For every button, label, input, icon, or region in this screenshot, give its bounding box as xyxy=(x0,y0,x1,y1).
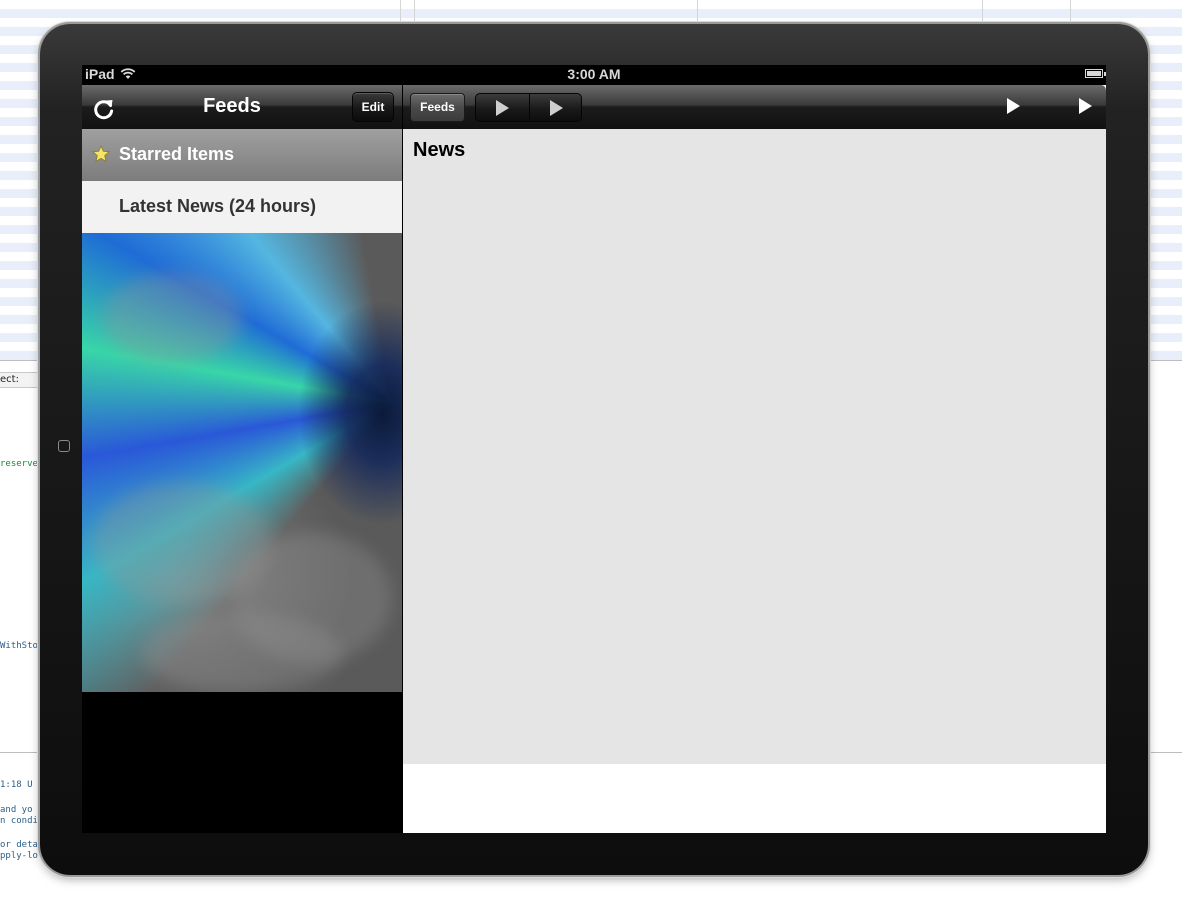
background-code-line: WithSto xyxy=(0,641,38,651)
background-code-line: reserve xyxy=(0,459,38,469)
feeds-button[interactable]: Feeds xyxy=(410,93,465,122)
play-icon xyxy=(550,100,563,116)
status-bar: iPad 3:00 AM xyxy=(82,65,1106,85)
list-item-label: Latest News (24 hours) xyxy=(119,196,317,216)
play-icon xyxy=(1007,98,1020,114)
list-item-label: Starred Items xyxy=(119,144,235,164)
play-icon xyxy=(1079,98,1092,114)
ipad-screen: iPad 3:00 AM Feeds Edit Starred Items La… xyxy=(82,65,1106,833)
background-code-line: pply-lo xyxy=(0,851,38,861)
content-title: News xyxy=(413,139,466,161)
edit-button[interactable]: Edit xyxy=(352,92,394,122)
feeds-panel: Feeds Edit Starred Items Latest News (24… xyxy=(82,85,402,833)
background-code-line: n condi xyxy=(0,816,38,826)
status-time: 3:00 AM xyxy=(567,66,621,82)
background-artwork xyxy=(82,233,402,692)
background-popup[interactable]: ect: xyxy=(0,372,39,388)
detail-toolbar: Feeds xyxy=(403,85,1106,130)
page-title: Feeds xyxy=(203,95,261,117)
list-item-starred[interactable]: Starred Items xyxy=(82,129,402,181)
feeds-navigation-bar: Feeds Edit xyxy=(82,85,402,130)
background-code-line: or deta xyxy=(0,840,38,850)
news-content: News xyxy=(403,129,1106,764)
detail-panel: Feeds News xyxy=(403,85,1106,833)
play-icon xyxy=(496,100,509,116)
segment-play-2[interactable] xyxy=(530,94,581,121)
feeds-panel-footer xyxy=(82,692,402,833)
list-item-latest-news[interactable]: Latest News (24 hours) xyxy=(82,181,402,233)
play-button[interactable] xyxy=(1072,91,1100,121)
detail-footer xyxy=(403,764,1106,833)
battery-icon xyxy=(1085,69,1106,78)
home-button[interactable] xyxy=(58,440,70,452)
segment-play-1[interactable] xyxy=(476,94,530,121)
playback-segmented-control xyxy=(475,93,582,122)
play-button[interactable] xyxy=(1000,91,1028,121)
star-icon xyxy=(92,144,110,163)
background-code-line: 1:18 U xyxy=(0,780,33,790)
background-code-line: and yo xyxy=(0,805,33,815)
